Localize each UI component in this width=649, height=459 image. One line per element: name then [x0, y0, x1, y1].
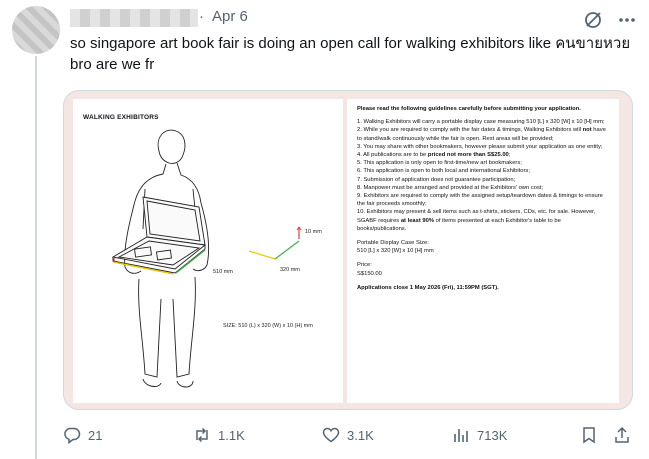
deadline: Applications close 1 May 2026 (Fri), 11:… [357, 284, 499, 291]
size-note: SIZE: 510 (L) x 320 (W) x 10 (H) mm [223, 323, 313, 329]
guideline-item-1: 1. Walking Exhibitors will carry a porta… [357, 119, 605, 126]
separator-dot: · [199, 8, 204, 25]
guidelines-heading: Please read the following guidelines car… [357, 106, 581, 112]
like-count: 3.1K [347, 427, 374, 443]
guideline-item-4: 4. All publications are to be priced not… [357, 152, 511, 159]
like-icon [322, 427, 340, 443]
guideline-item-3: 3. You may share with other bookmakers, … [357, 143, 603, 150]
share-icon [615, 426, 629, 443]
avatar[interactable] [12, 6, 60, 54]
bookmark-button[interactable] [580, 420, 605, 450]
post-date[interactable]: Apr 6 [212, 8, 248, 25]
post-image[interactable]: WALKING EXHIBITORS 10 mm 510 mm 320 mm S… [63, 90, 633, 410]
repost-count: 1.1K [218, 427, 245, 443]
guideline-item-8: 8. Manpower must be arranged and provide… [357, 184, 544, 191]
dim-width-label: 320 mm [280, 267, 300, 273]
guideline-item-6: 6. This application is open to both loca… [357, 168, 530, 175]
post-text: so singapore art book fair is doing an o… [70, 35, 631, 73]
like-button[interactable]: 3.1K [322, 420, 374, 450]
share-button[interactable] [613, 420, 638, 450]
reply-count: 21 [88, 427, 103, 443]
views-count: 713K [477, 427, 508, 443]
guideline-item-10: 10. Exhibitors may present & sell items … [357, 209, 596, 232]
views-button[interactable]: 713K [452, 420, 507, 450]
grok-icon[interactable] [583, 10, 603, 30]
thread-line [35, 56, 37, 459]
guideline-item-9: 9. Exhibitors are required to comply wit… [357, 193, 603, 208]
guidelines-panel: Please read the following guidelines car… [347, 99, 619, 403]
illustration-panel: WALKING EXHIBITORS 10 mm 510 mm 320 mm S… [73, 99, 343, 403]
more-icon[interactable] [616, 10, 638, 30]
guideline-item-2: 2. While you are required to comply with… [357, 127, 606, 142]
guideline-item-7: 7. Submission of application does not gu… [357, 176, 516, 183]
guideline-item-5: 5. This application is only open to firs… [357, 160, 522, 167]
case-size-label: Portable Display Case Size: [357, 240, 429, 247]
bookmark-icon [583, 427, 595, 444]
dim-height-label: 10 mm [305, 229, 322, 235]
price-value: S$150.00 [357, 270, 382, 277]
repost-icon [196, 427, 208, 443]
guidelines-text: Please read the following guidelines car… [357, 105, 611, 292]
views-icon [454, 429, 468, 442]
repost-button[interactable]: 1.1K [193, 420, 245, 450]
action-bar: 21 1.1K 3.1K 713K [0, 420, 649, 450]
reply-icon [64, 427, 81, 444]
author-name-redacted[interactable] [70, 9, 198, 27]
dim-length-label: 510 mm [213, 269, 233, 275]
price-label: Price: [357, 262, 372, 269]
reply-button[interactable]: 21 [63, 420, 102, 450]
walking-exhibitor-drawing [111, 129, 302, 388]
case-size-value: 510 [L] x 320 [W] x 10 [H] mm [357, 248, 434, 255]
